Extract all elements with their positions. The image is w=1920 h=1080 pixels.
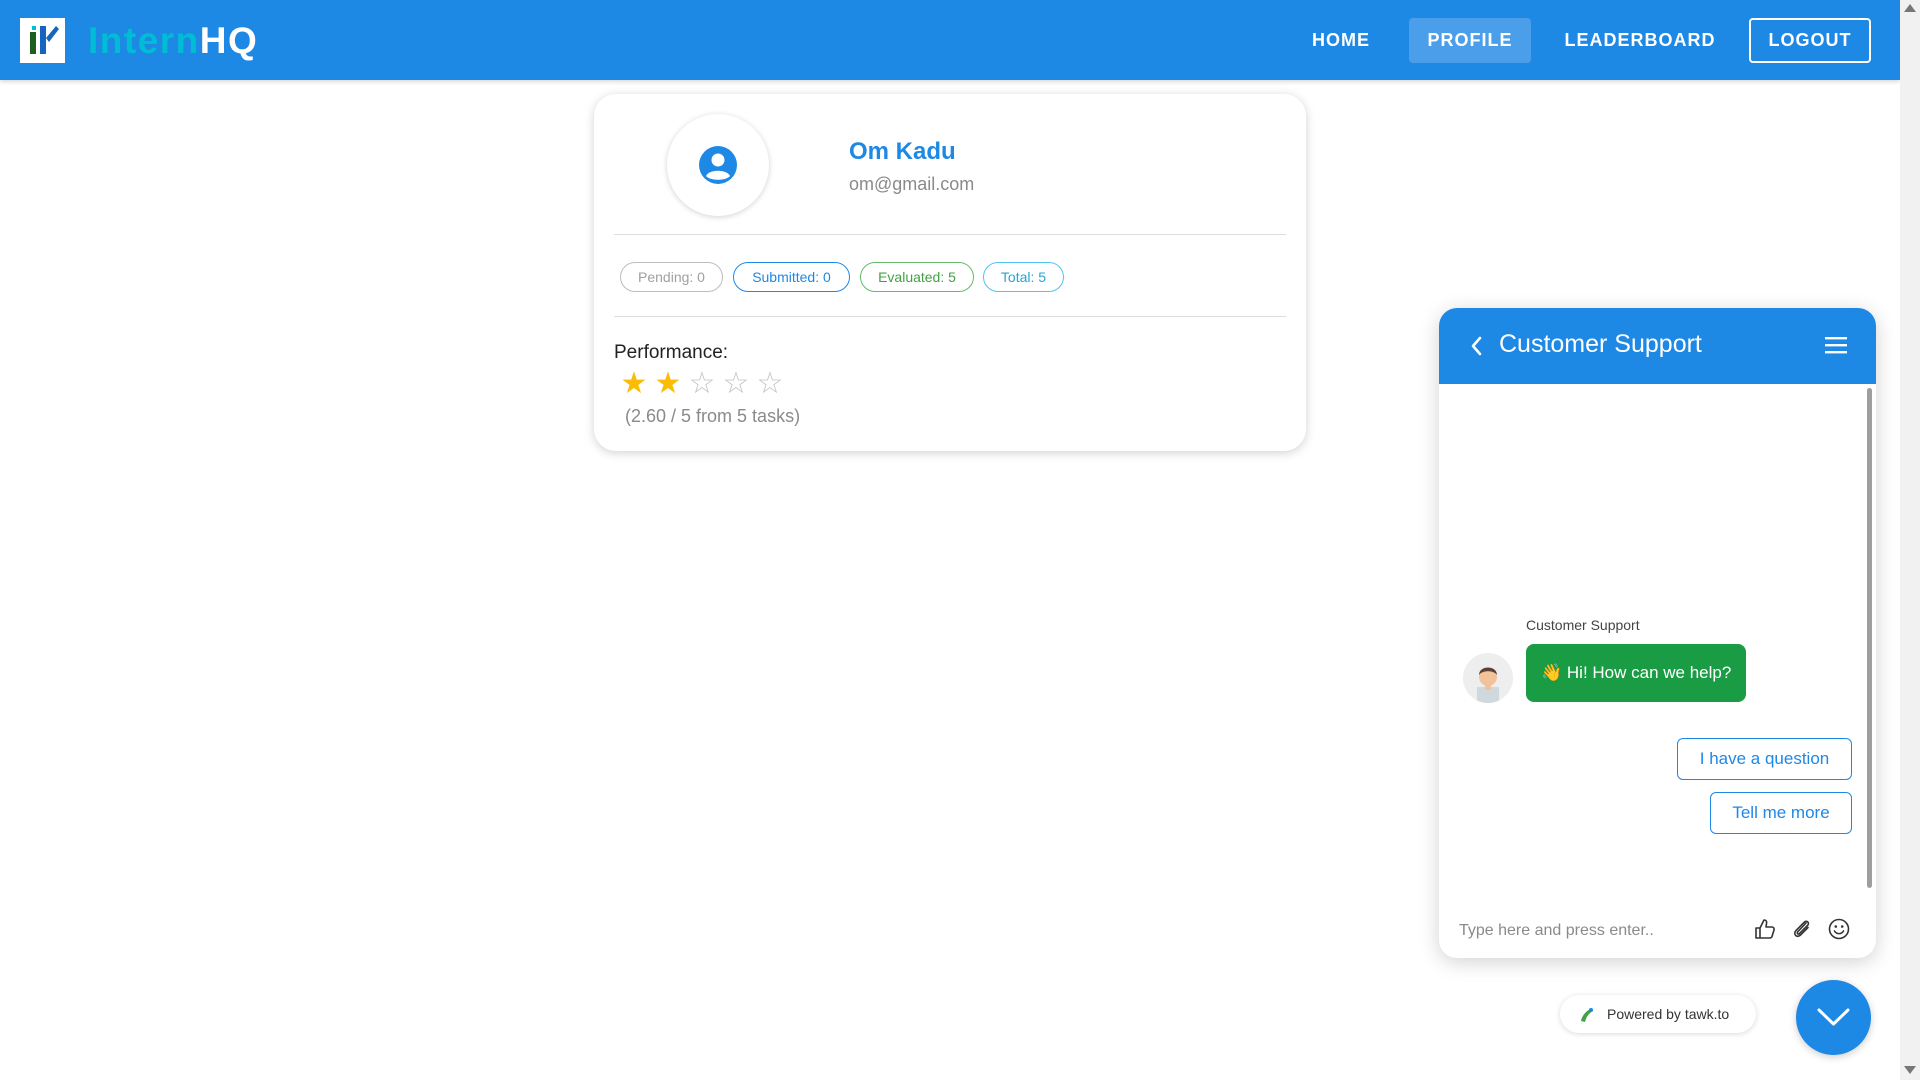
chat-panel: Customer Support Customer Support 👋 Hi! … <box>1439 308 1876 958</box>
scroll-down-icon[interactable] <box>1904 1066 1916 1074</box>
top-navbar: InternHQ HOME PROFILE LEADERBOARD LOGOUT <box>0 0 1900 80</box>
hamburger-menu-icon[interactable] <box>1825 336 1847 354</box>
star-filled-icon: ★ <box>620 367 648 400</box>
user-name: Om Kadu <box>849 138 956 165</box>
nav-profile[interactable]: PROFILE <box>1409 18 1531 63</box>
thumbs-up-icon[interactable] <box>1751 916 1777 942</box>
chat-scrollbar[interactable] <box>1867 388 1872 888</box>
star-empty-icon: ☆ <box>756 367 784 400</box>
avatar <box>667 114 769 216</box>
agent-name: Customer Support <box>1526 617 1640 633</box>
chat-message-input[interactable] <box>1459 916 1729 946</box>
brand-part-hq: HQ <box>199 20 259 61</box>
profile-card: Om Kadu om@gmail.com Pending: 0 Submitte… <box>594 94 1306 451</box>
powered-by-badge[interactable]: Powered by tawk.to <box>1560 995 1756 1033</box>
status-badge-pending: Pending: 0 <box>620 262 723 292</box>
star-empty-icon: ☆ <box>722 367 750 400</box>
paperclip-icon[interactable] <box>1789 916 1815 942</box>
divider <box>614 316 1286 317</box>
chat-title: Customer Support <box>1499 330 1702 358</box>
chevron-down-icon <box>1817 1008 1850 1026</box>
agent-avatar <box>1463 653 1513 703</box>
powered-by-text: Powered by tawk.to <box>1607 1006 1730 1022</box>
status-badge-evaluated: Evaluated: 5 <box>860 262 974 292</box>
user-circle-icon <box>699 146 737 184</box>
chat-header: Customer Support <box>1439 308 1876 384</box>
brand-part-intern: Intern <box>88 20 200 61</box>
quick-reply-tell-more[interactable]: Tell me more <box>1710 792 1852 834</box>
status-badge-total: Total: 5 <box>983 262 1064 292</box>
divider <box>614 234 1286 235</box>
logo-icon[interactable] <box>20 18 65 63</box>
chevron-left-icon[interactable] <box>1469 334 1483 358</box>
scroll-up-icon[interactable] <box>1904 4 1916 12</box>
star-empty-icon: ☆ <box>688 367 716 400</box>
emoji-icon[interactable] <box>1826 916 1852 942</box>
chat-message-bubble: 👋 Hi! How can we help? <box>1526 644 1747 702</box>
star-rating: ★ ★ ☆ ☆ ☆ <box>617 368 787 400</box>
star-filled-icon: ★ <box>654 367 682 400</box>
status-badge-submitted: Submitted: 0 <box>733 262 850 292</box>
quick-reply-question[interactable]: I have a question <box>1677 738 1852 780</box>
user-email: om@gmail.com <box>849 174 975 194</box>
performance-summary: (2.60 / 5 from 5 tasks) <box>625 406 801 426</box>
performance-label: Performance: <box>614 342 729 363</box>
chat-toggle-button[interactable] <box>1796 980 1871 1055</box>
page-scrollbar[interactable] <box>1900 0 1920 1080</box>
logout-button[interactable]: LOGOUT <box>1749 18 1871 63</box>
agent-avatar-icon <box>1477 667 1499 703</box>
nav-home[interactable]: HOME <box>1300 18 1382 63</box>
nav-leaderboard[interactable]: LEADERBOARD <box>1560 18 1720 63</box>
tawk-logo-icon <box>1581 1008 1593 1022</box>
brand-title[interactable]: InternHQ <box>88 18 258 63</box>
